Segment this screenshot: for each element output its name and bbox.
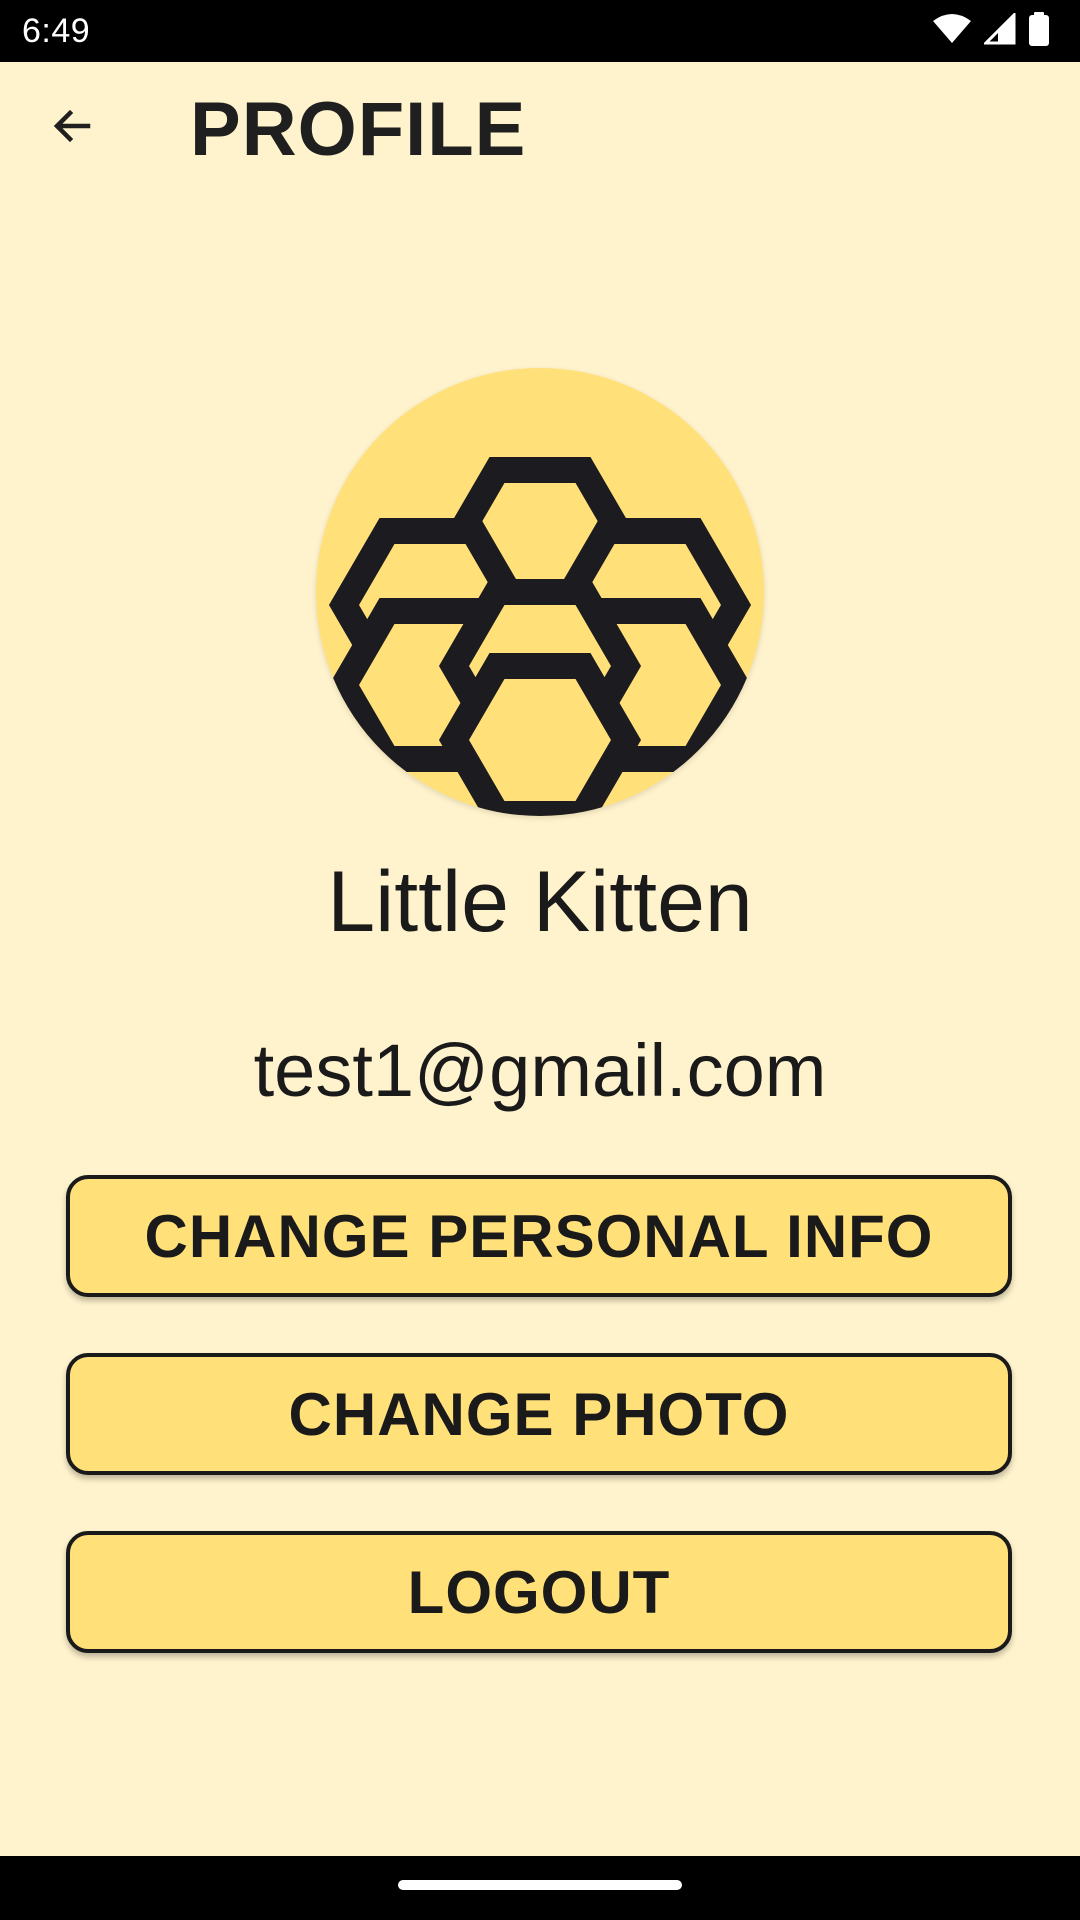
status-bar: 6:49: [0, 0, 1080, 62]
app-bar: PROFILE: [0, 62, 1080, 194]
navigation-bar: [0, 1856, 1080, 1920]
status-icons: [932, 10, 1050, 51]
battery-icon: [1028, 11, 1050, 51]
logout-button[interactable]: LOGOUT: [66, 1531, 1012, 1653]
user-name: Little Kitten: [327, 854, 753, 950]
change-personal-info-button[interactable]: CHANGE PERSONAL INFO: [66, 1175, 1012, 1297]
home-gesture-handle[interactable]: [398, 1880, 682, 1890]
avatar[interactable]: [316, 368, 764, 816]
honeycomb-icon: [316, 457, 764, 816]
wifi-icon: [932, 13, 972, 50]
arrow-left-icon: [48, 102, 96, 155]
change-photo-button[interactable]: CHANGE PHOTO: [66, 1353, 1012, 1475]
page-title: PROFILE: [190, 87, 527, 172]
back-button[interactable]: [34, 90, 110, 166]
cell-signal-icon: [982, 10, 1016, 50]
user-email: test1@gmail.com: [253, 1029, 827, 1112]
status-time: 6:49: [22, 12, 91, 50]
